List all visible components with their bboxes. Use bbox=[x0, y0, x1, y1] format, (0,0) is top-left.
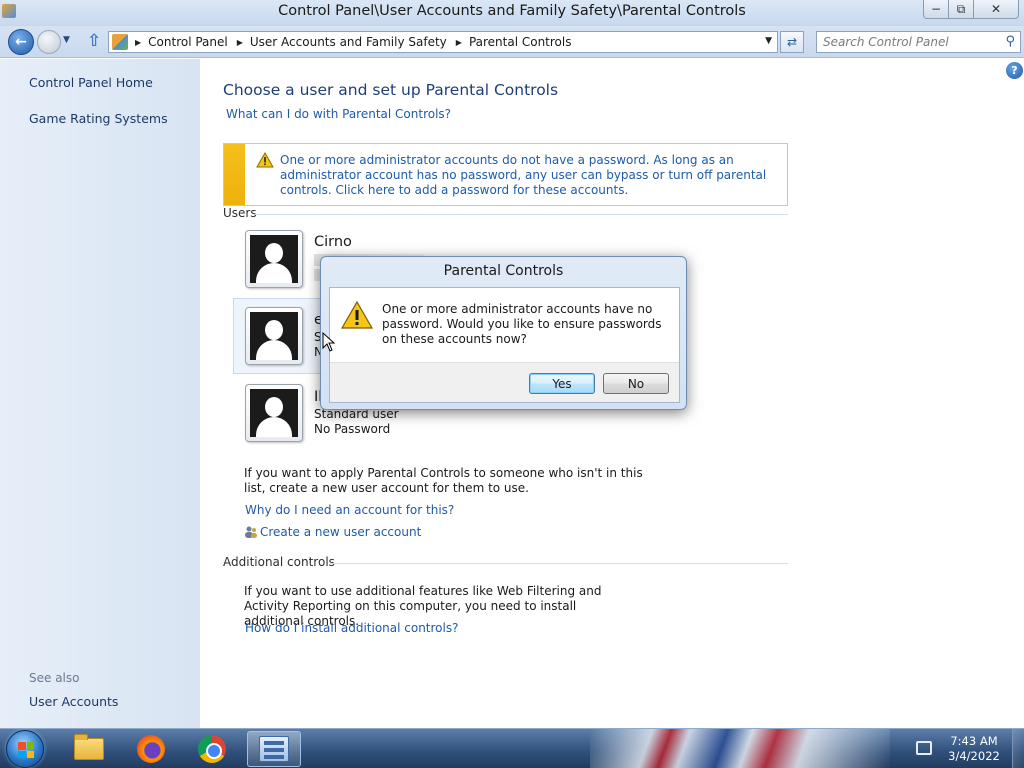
additional-controls-label: Additional controls bbox=[223, 555, 335, 569]
back-button[interactable]: ← bbox=[8, 29, 34, 55]
user-avatar-il[interactable] bbox=[245, 384, 303, 442]
chrome-icon bbox=[198, 735, 226, 763]
address-bar[interactable]: ▶ Control Panel ▶ User Accounts and Fami… bbox=[108, 31, 778, 53]
create-user-account-label[interactable]: Create a new user account bbox=[260, 525, 421, 539]
section-divider bbox=[255, 214, 788, 215]
forward-button[interactable] bbox=[37, 30, 61, 54]
mouse-cursor-icon bbox=[322, 332, 336, 352]
sidebar-item-control-panel-home[interactable]: Control Panel Home bbox=[29, 75, 153, 90]
warning-text[interactable]: One or more administrator accounts do no… bbox=[280, 153, 780, 198]
breadcrumb-arrow-icon[interactable]: ▶ bbox=[135, 38, 141, 47]
window-title: Control Panel\User Accounts and Family S… bbox=[278, 3, 746, 19]
sidebar: Control Panel Home Game Rating Systems S… bbox=[0, 59, 200, 728]
users-section-label: Users bbox=[223, 206, 257, 220]
help-icon[interactable]: ? bbox=[1006, 62, 1023, 79]
user-password-status: No Password bbox=[314, 422, 391, 436]
dialog-title: Parental Controls bbox=[443, 263, 564, 279]
warning-bar bbox=[224, 144, 245, 205]
up-arrow-icon[interactable]: ⇧ bbox=[87, 31, 101, 51]
apply-instructions: If you want to apply Parental Controls t… bbox=[244, 466, 643, 495]
sidebar-item-game-rating-systems[interactable]: Game Rating Systems bbox=[29, 111, 168, 126]
close-button[interactable]: ✕ bbox=[973, 0, 1019, 19]
search-box[interactable]: ⚲ bbox=[816, 31, 1021, 53]
start-button[interactable] bbox=[6, 730, 44, 768]
see-also-label: See also bbox=[29, 671, 80, 685]
breadcrumb-arrow-icon[interactable]: ▶ bbox=[456, 38, 462, 47]
window-titlebar: Control Panel\User Accounts and Family S… bbox=[0, 0, 1024, 26]
restore-button[interactable]: ⧉ bbox=[948, 0, 974, 19]
taskbar: 7:43 AM 3/4/2022 bbox=[0, 728, 1024, 768]
firefox-icon bbox=[137, 735, 165, 763]
no-button[interactable]: No bbox=[603, 373, 669, 394]
minimize-button[interactable]: − bbox=[923, 0, 949, 19]
what-can-i-do-link[interactable]: What can I do with Parental Controls? bbox=[226, 107, 451, 121]
folder-icon bbox=[74, 734, 104, 760]
user-silhouette-icon bbox=[250, 312, 298, 360]
sidebar-item-user-accounts[interactable]: User Accounts bbox=[29, 694, 118, 709]
control-panel-icon bbox=[112, 34, 128, 50]
taskbar-control-panel[interactable] bbox=[247, 731, 301, 767]
taskbar-chrome[interactable] bbox=[185, 731, 239, 767]
clock-time: 7:43 AM bbox=[950, 734, 998, 748]
address-history-dropdown-icon[interactable]: ▼ bbox=[765, 36, 772, 46]
yes-button[interactable]: Yes bbox=[529, 373, 595, 394]
dialog-message: One or more administrator accounts have … bbox=[382, 302, 662, 346]
page-title: Choose a user and set up Parental Contro… bbox=[223, 81, 559, 99]
section-divider bbox=[330, 563, 788, 564]
windows-logo-icon bbox=[18, 742, 34, 758]
warning-icon bbox=[256, 152, 274, 168]
install-additional-controls-link[interactable]: How do I install additional controls? bbox=[245, 621, 458, 635]
dialog-body: One or more administrator accounts have … bbox=[329, 287, 680, 403]
breadcrumb-user-accounts[interactable]: User Accounts and Family Safety bbox=[250, 35, 447, 49]
breadcrumb-control-panel[interactable]: Control Panel bbox=[148, 35, 228, 49]
search-input[interactable] bbox=[817, 32, 997, 52]
user-accounts-icon bbox=[245, 526, 257, 538]
recent-pages-dropdown-icon[interactable]: ▼ bbox=[63, 35, 70, 45]
user-silhouette-icon bbox=[250, 235, 298, 283]
parental-controls-dialog: Parental Controls One or more administra… bbox=[320, 256, 687, 410]
taskbar-clock[interactable]: 7:43 AM 3/4/2022 bbox=[945, 734, 1003, 764]
warning-icon bbox=[340, 300, 374, 329]
control-panel-icon bbox=[259, 736, 289, 762]
user-name[interactable]: Cirno bbox=[314, 234, 352, 250]
password-warning-banner[interactable]: One or more administrator accounts do no… bbox=[223, 143, 788, 206]
search-icon[interactable]: ⚲ bbox=[1005, 34, 1015, 49]
user-avatar-cirno[interactable] bbox=[245, 230, 303, 288]
user-silhouette-icon bbox=[250, 389, 298, 437]
wallpaper-art bbox=[590, 729, 890, 768]
clock-date: 3/4/2022 bbox=[948, 749, 1000, 763]
show-desktop-button[interactable] bbox=[1012, 729, 1024, 768]
taskbar-firefox[interactable] bbox=[124, 731, 178, 767]
user-avatar-e[interactable] bbox=[245, 307, 303, 365]
create-user-account-link[interactable]: Create a new user account bbox=[244, 525, 421, 539]
network-icon[interactable] bbox=[916, 741, 932, 755]
breadcrumb-parental-controls[interactable]: Parental Controls bbox=[469, 35, 572, 49]
breadcrumb-arrow-icon[interactable]: ▶ bbox=[237, 38, 243, 47]
why-need-account-link[interactable]: Why do I need an account for this? bbox=[245, 503, 454, 517]
taskbar-explorer[interactable] bbox=[62, 731, 116, 767]
navigation-bar: ← ▼ ⇧ ▶ Control Panel ▶ User Accounts an… bbox=[0, 26, 1024, 58]
dialog-button-bar: Yes No bbox=[330, 362, 679, 402]
refresh-button[interactable]: ⇄ bbox=[780, 31, 804, 53]
